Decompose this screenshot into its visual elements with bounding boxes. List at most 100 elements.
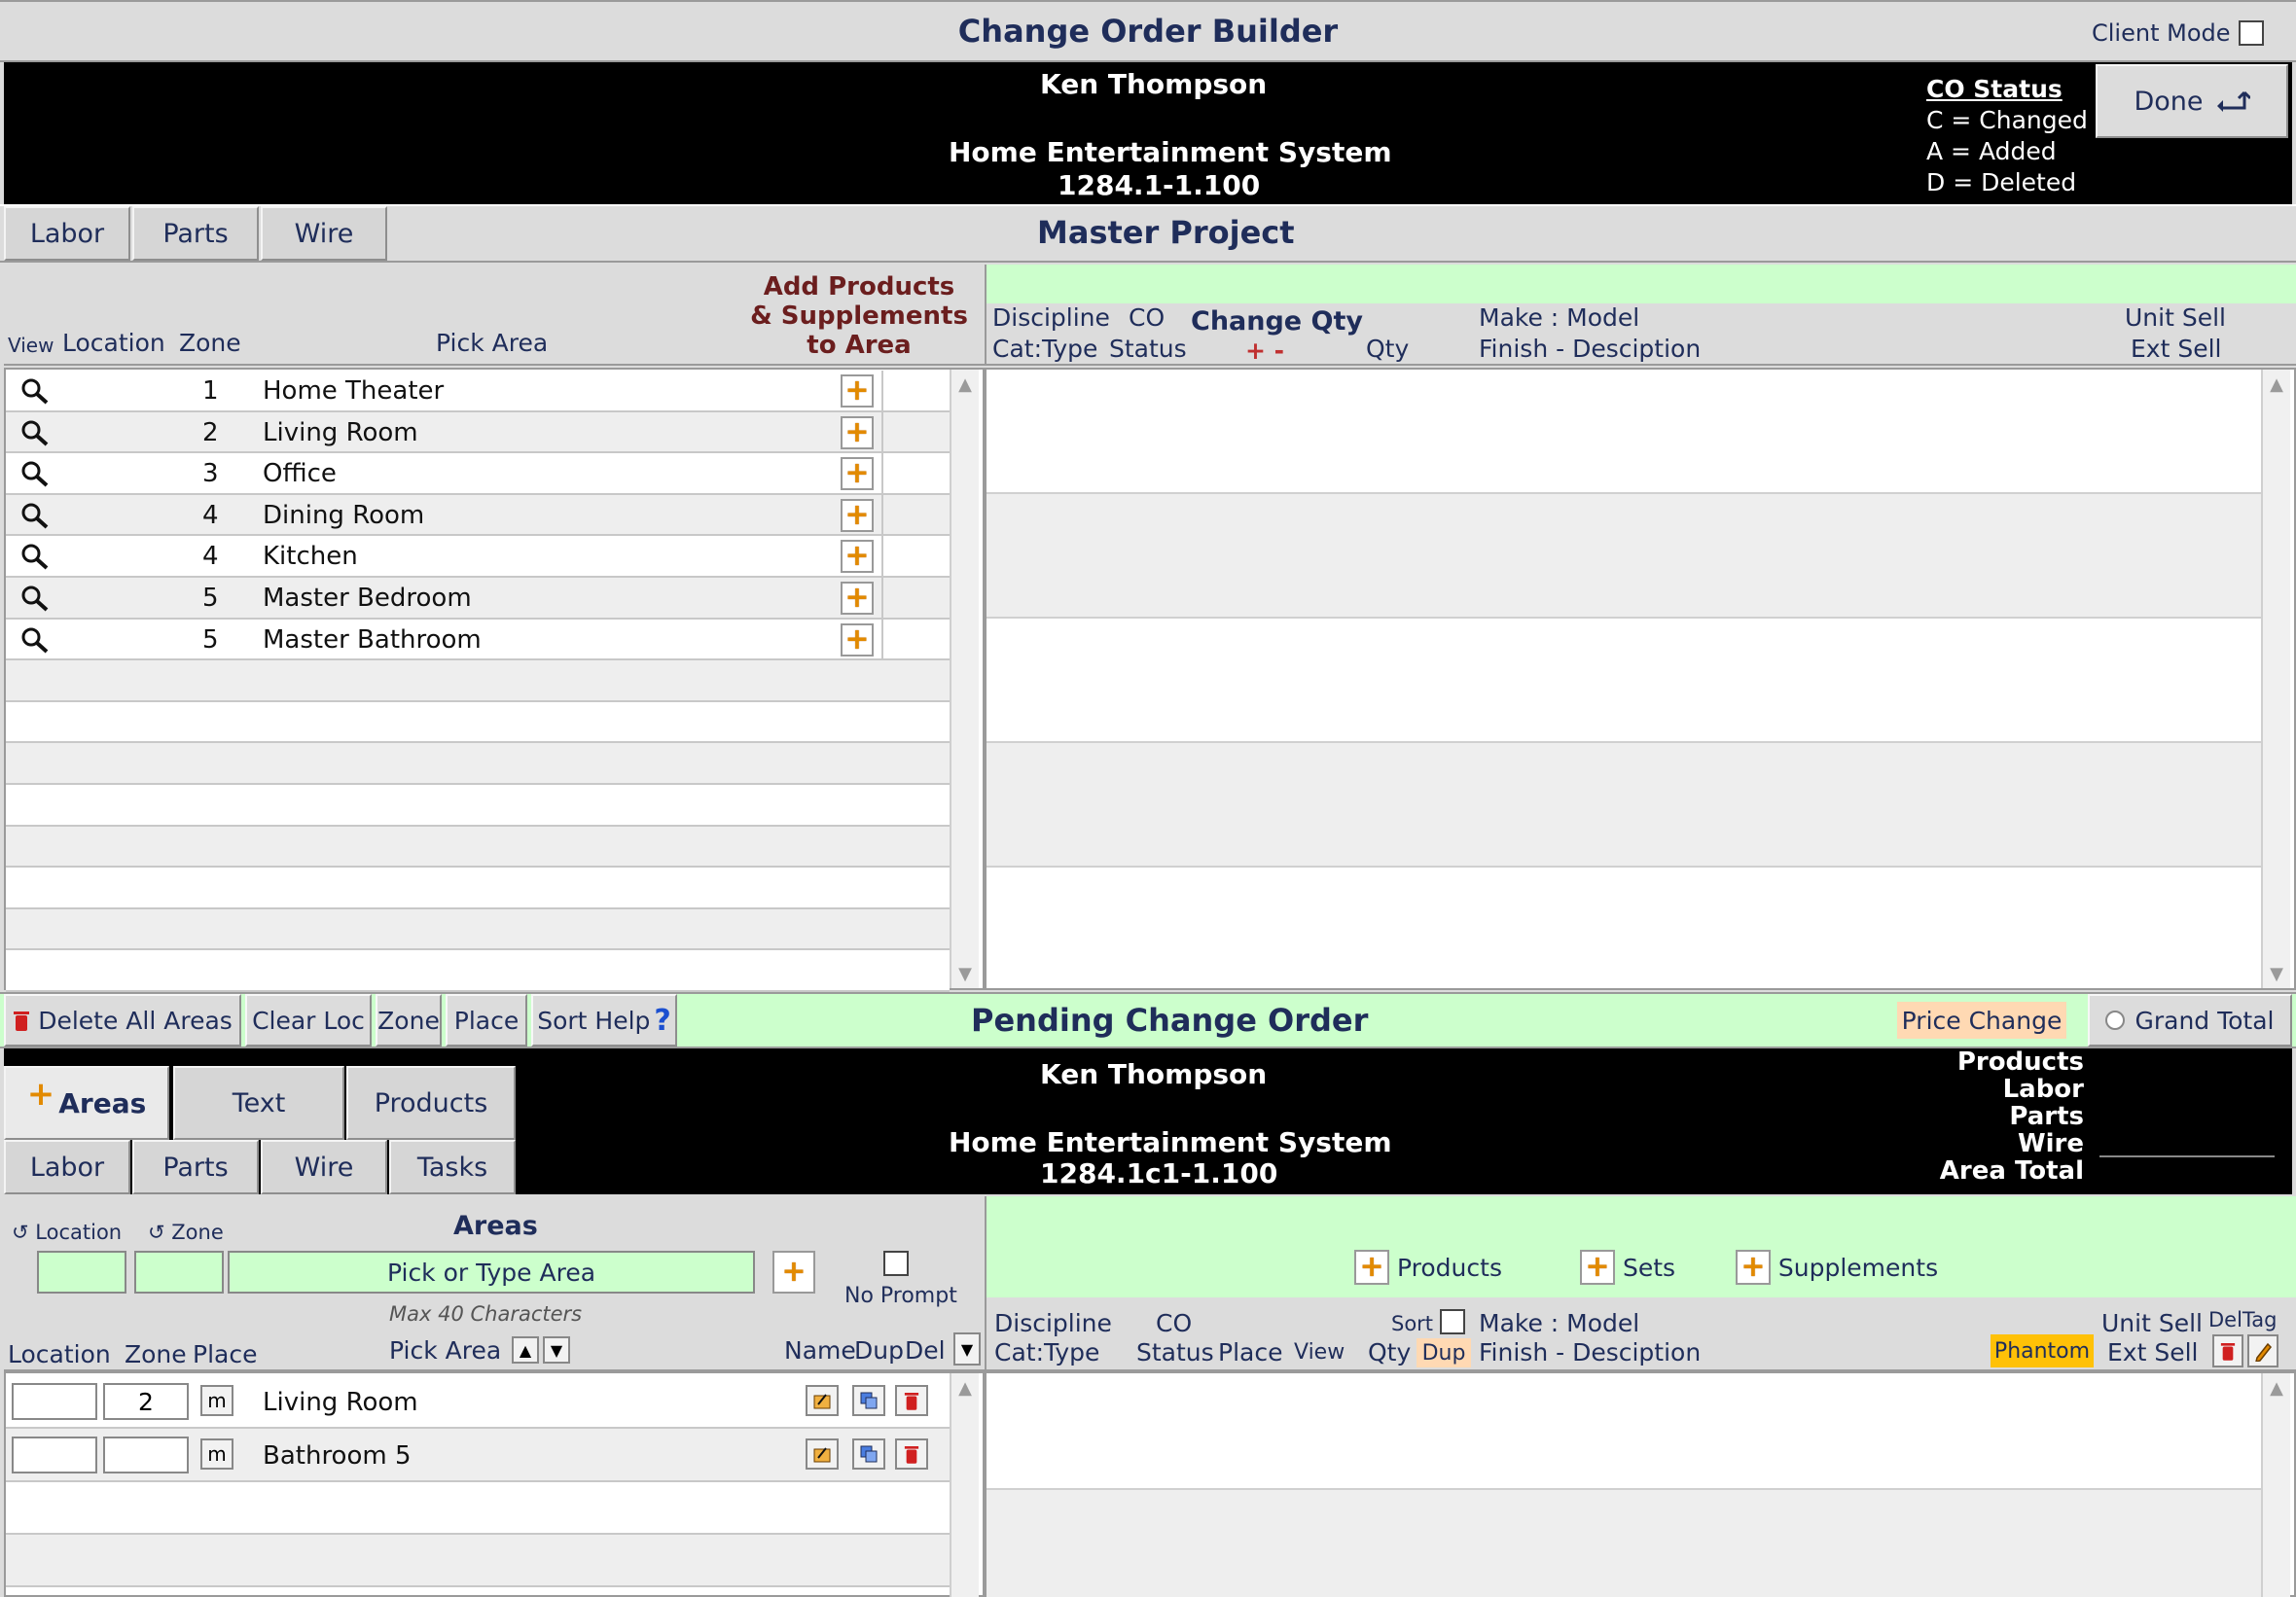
area-row-empty [6, 908, 950, 951]
clear-loc-button[interactable]: Clear Loc [245, 994, 372, 1047]
view-button[interactable] [19, 495, 51, 536]
add-icon: + [26, 1075, 55, 1114]
area-total-label: Area Total [1939, 1156, 2084, 1186]
row-zone-input[interactable]: 2 [103, 1383, 189, 1420]
pending-area-row[interactable]: 2 m Living Room [6, 1375, 950, 1429]
col-pending-discipline: Discipline [994, 1309, 1112, 1337]
add-products-to-area-button[interactable]: + [841, 498, 874, 532]
view-button[interactable] [19, 536, 51, 577]
zone-sort-button[interactable]: Zone [376, 994, 442, 1047]
col-pending-status: Status [1136, 1338, 1214, 1366]
add-products-to-area-button[interactable]: + [841, 622, 874, 657]
area-row[interactable]: 4 Kitchen + [6, 536, 950, 578]
tab-text[interactable]: Text [173, 1066, 344, 1140]
view-button[interactable] [19, 620, 51, 660]
add-area-button[interactable]: + [772, 1251, 815, 1294]
delete-area-button[interactable] [895, 1438, 928, 1470]
sort-checkbox[interactable] [1440, 1309, 1465, 1334]
tab-pending-tasks[interactable]: Tasks [389, 1140, 516, 1194]
tab-master-wire[interactable]: Wire [261, 206, 387, 261]
location-input[interactable] [37, 1251, 126, 1294]
add-sets-label: Sets [1622, 1253, 1676, 1282]
product-list-scrollbar[interactable]: ▲ ▼ [2261, 370, 2290, 988]
tab-areas[interactable]: + Areas [4, 1066, 169, 1140]
project-name: Home Entertainment System [949, 136, 1392, 168]
view-button[interactable] [19, 578, 51, 619]
add-supplements-button[interactable]: + Supplements [1732, 1245, 1942, 1290]
tab-pending-wire[interactable]: Wire [261, 1140, 387, 1194]
area-list-scrollbar[interactable]: ▲ ▼ [950, 370, 979, 988]
grand-total-radio[interactable] [2105, 1011, 2126, 1030]
tab-master-labor[interactable]: Labor [4, 206, 130, 261]
col-pending-view: View [1294, 1340, 1345, 1365]
add-products-button[interactable]: + Products [1348, 1245, 1508, 1290]
row-place-button[interactable]: m [200, 1438, 233, 1470]
tab-pending-labor[interactable]: Labor [4, 1140, 130, 1194]
price-change-badge[interactable]: Price Change [1897, 1002, 2066, 1039]
area-row[interactable]: 5 Master Bathroom + [6, 619, 950, 661]
area-name: Dining Room [263, 500, 425, 530]
done-label: Done [2134, 86, 2204, 117]
view-button[interactable] [19, 412, 51, 453]
change-order-builder-window: { "window":{"title":"Change Order Builde… [0, 0, 2296, 1597]
delete-selected-button[interactable] [2212, 1334, 2243, 1367]
tab-products[interactable]: Products [346, 1066, 516, 1140]
duplicate-area-button[interactable] [852, 1438, 885, 1470]
zone-sort-label[interactable]: ↺ Zone [148, 1218, 224, 1247]
row-place-button[interactable]: m [200, 1385, 233, 1416]
pending-area-row[interactable]: m Bathroom 5 [6, 1429, 950, 1482]
trash-icon [904, 1393, 919, 1410]
row-location-input[interactable] [12, 1437, 97, 1473]
row-zone-input[interactable] [103, 1437, 189, 1473]
col-unit-sell: Unit Sell [2125, 303, 2226, 332]
sort-up-button[interactable]: ▲ [512, 1336, 539, 1364]
area-row[interactable]: 4 Dining Room + [6, 494, 950, 537]
dup-badge[interactable]: Dup [1417, 1338, 1471, 1367]
tab-pending-parts[interactable]: Parts [132, 1140, 259, 1194]
delete-area-button[interactable] [895, 1385, 928, 1416]
area-row[interactable]: 2 Living Room + [6, 411, 950, 454]
delete-all-areas-button[interactable]: Delete All Areas [4, 994, 241, 1047]
tab-master-parts[interactable]: Parts [132, 206, 259, 261]
magnifier-icon [21, 586, 49, 612]
pending-area-scrollbar[interactable]: ▲ [950, 1373, 979, 1597]
add-products-line-1: Add Products [763, 272, 955, 302]
add-products-to-area-button[interactable]: + [841, 582, 874, 615]
add-products-to-area-button[interactable]: + [841, 415, 874, 449]
column-menu-button[interactable]: ▼ [953, 1332, 981, 1366]
area-row-empty [6, 868, 950, 909]
place-sort-button[interactable]: Place [446, 994, 527, 1047]
duplicate-area-button[interactable] [852, 1385, 885, 1416]
view-button[interactable] [19, 453, 51, 494]
zone-input[interactable] [134, 1251, 224, 1294]
client-mode-toggle[interactable]: Client Mode [2092, 18, 2264, 49]
sort-down-button[interactable]: ▼ [543, 1336, 570, 1364]
area-row-empty [6, 950, 950, 992]
area-name-input[interactable]: Pick or Type Area [228, 1251, 755, 1294]
rename-area-button[interactable] [806, 1385, 839, 1416]
add-sets-button[interactable]: + Sets [1572, 1245, 1683, 1290]
area-zone: 4 [202, 542, 219, 572]
area-row[interactable]: 5 Master Bedroom + [6, 578, 950, 620]
view-button[interactable] [19, 371, 51, 411]
zone-sort-text: Zone [171, 1221, 224, 1244]
location-sort-label[interactable]: ↺ Location [12, 1218, 122, 1247]
add-products-to-area-button[interactable]: + [841, 540, 874, 574]
grand-total-button[interactable]: Grand Total [2088, 994, 2292, 1047]
tag-edit-button[interactable] [2247, 1334, 2278, 1367]
no-prompt-checkbox[interactable] [883, 1251, 909, 1276]
sort-help-button[interactable]: Sort Help ? [531, 994, 677, 1047]
add-products-to-area-button[interactable]: + [841, 457, 874, 491]
area-row[interactable]: 1 Home Theater + [6, 371, 950, 412]
phantom-badge[interactable]: Phantom [1991, 1334, 2094, 1367]
row-location-input[interactable] [12, 1383, 97, 1420]
total-products-label: Products [1956, 1047, 2084, 1077]
area-row[interactable]: 3 Office + [6, 453, 950, 495]
add-products-to-area-button[interactable]: + [841, 374, 874, 408]
pending-area-row-empty [6, 1482, 953, 1535]
area-row-empty [6, 660, 950, 702]
rename-area-button[interactable] [806, 1438, 839, 1470]
client-mode-checkbox[interactable] [2238, 20, 2264, 46]
done-button[interactable]: Done [2096, 64, 2288, 138]
pending-product-scrollbar[interactable]: ▲ [2261, 1373, 2290, 1597]
